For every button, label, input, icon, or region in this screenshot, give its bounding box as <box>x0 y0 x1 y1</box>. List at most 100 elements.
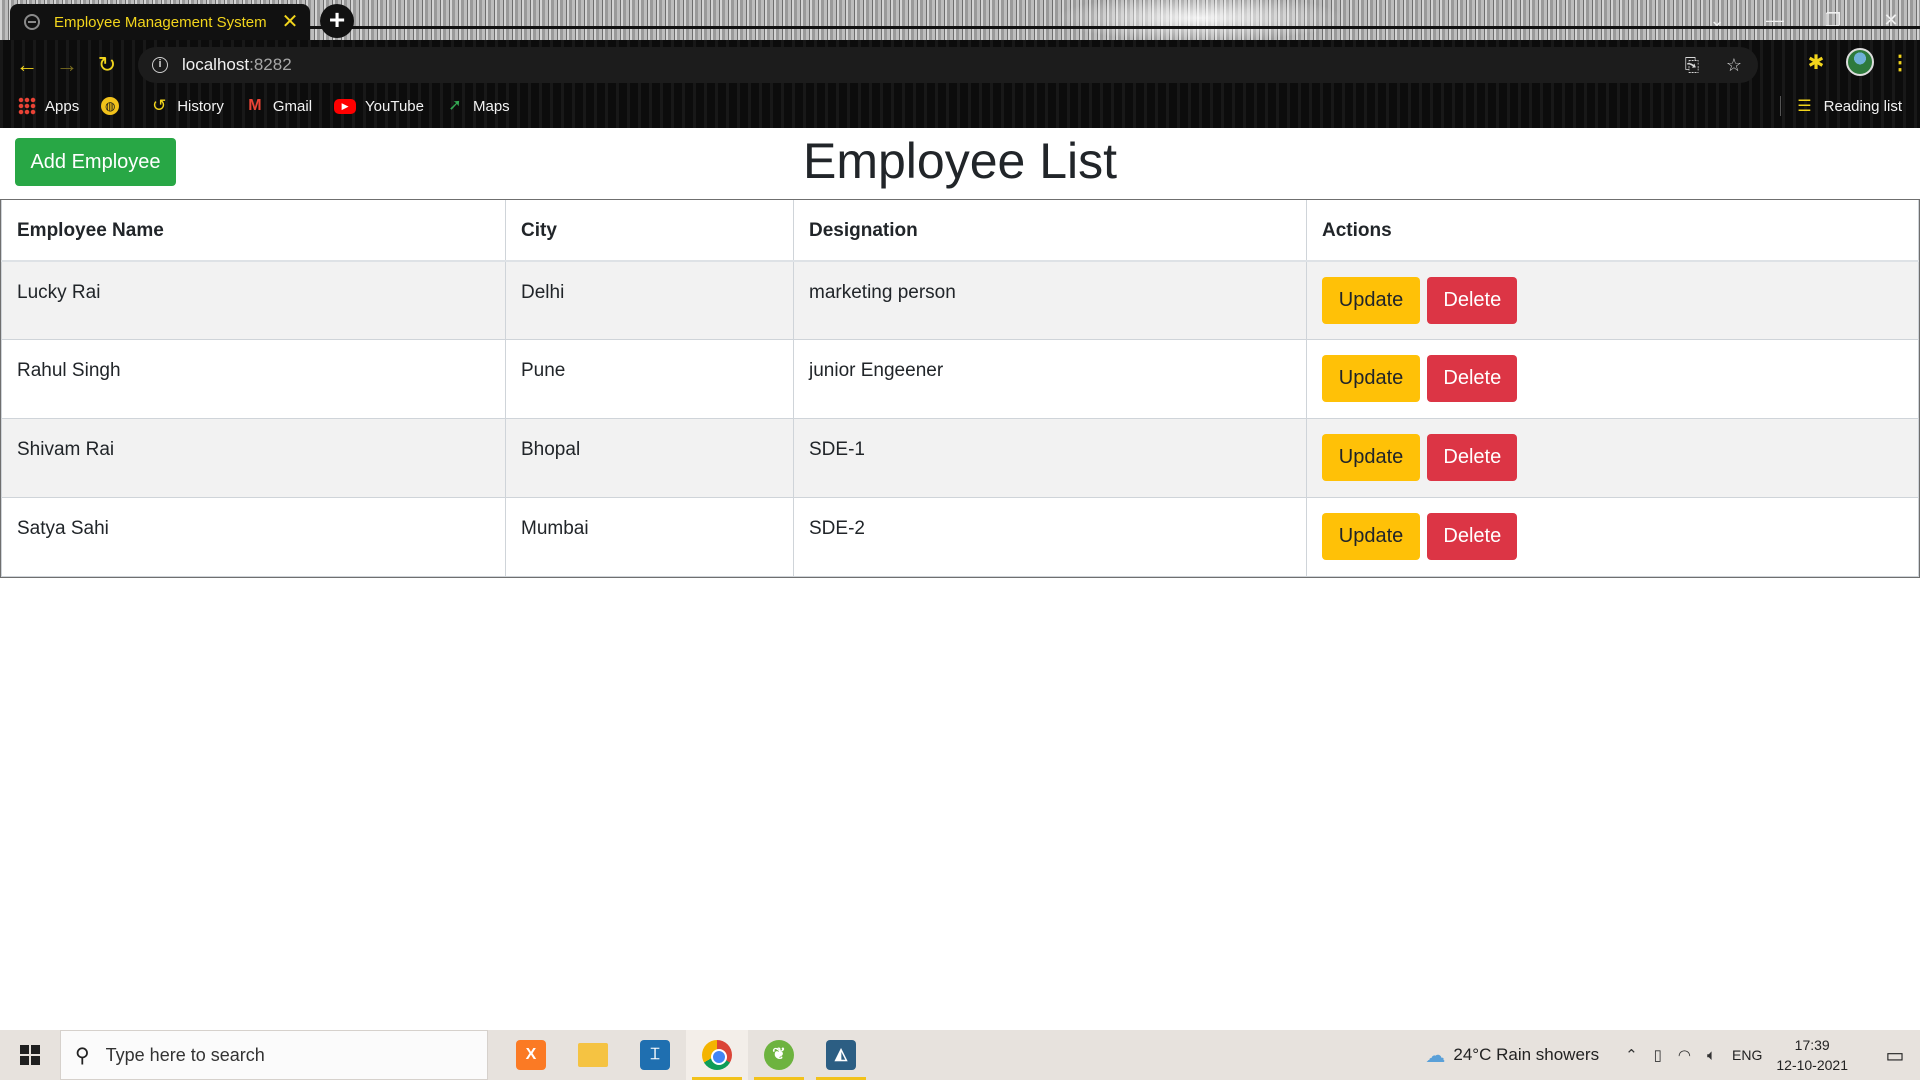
update-button[interactable]: Update <box>1322 434 1420 481</box>
star-icon[interactable]: ☆ <box>1722 53 1746 77</box>
update-button[interactable]: Update <box>1322 276 1420 324</box>
bookmark-label: YouTube <box>365 97 424 115</box>
bookmark-youtube[interactable]: ▶ YouTube <box>334 98 424 115</box>
delete-button[interactable]: Delete <box>1427 513 1518 560</box>
table-row: Shivam Rai Bhopal SDE-1 Update Delete <box>1 418 1919 498</box>
bookmarks-bar: Apps ◍ ↺ History M Gmail ▶ YouTube ➚ Map… <box>0 90 1920 122</box>
employee-designation: marketing person <box>793 260 1307 340</box>
reading-list-button[interactable]: ☰ Reading list <box>1780 96 1902 116</box>
bookmark-maps[interactable]: ➚ Maps <box>446 97 510 115</box>
browser-chrome: Employee Management System ✕ + ⌄ — ❐ ✕ ←… <box>0 0 1920 128</box>
column-header-name: Employee Name <box>1 199 506 262</box>
wifi-icon[interactable]: ◠ <box>1678 1046 1691 1064</box>
language-indicator[interactable]: ENG <box>1732 1047 1762 1063</box>
bookmark-globe[interactable]: ◍ <box>101 97 128 115</box>
clock-time: 17:39 <box>1794 1037 1830 1053</box>
chevron-down-icon[interactable]: ⌄ <box>1688 0 1746 40</box>
column-header-city: City <box>505 199 794 262</box>
maps-icon: ➚ <box>448 97 462 114</box>
url-host: localhost <box>182 55 250 74</box>
minimize-icon[interactable]: — <box>1746 0 1804 40</box>
chevron-up-icon[interactable]: ⌃ <box>1625 1046 1638 1064</box>
employee-designation: junior Engeener <box>793 339 1307 419</box>
code-editor-icon: ⌶ <box>640 1040 670 1070</box>
forward-arrow-icon[interactable]: → <box>52 50 82 80</box>
bookmark-label: Gmail <box>272 97 313 115</box>
add-employee-button[interactable]: Add Employee <box>15 138 176 186</box>
spring-tool-app[interactable]: ❦ <box>748 1030 810 1080</box>
reading-list-icon: ☰ <box>1797 98 1812 115</box>
search-placeholder: Type here to search <box>105 1044 265 1065</box>
update-button[interactable]: Update <box>1322 513 1420 560</box>
new-tab-button[interactable]: + <box>320 4 354 38</box>
weather-cloud-rain-icon[interactable]: ☁ <box>1425 1043 1445 1068</box>
employee-name: Shivam Rai <box>1 418 506 498</box>
clock-date: 12-10-2021 <box>1776 1057 1848 1073</box>
employee-city: Delhi <box>505 260 794 340</box>
row-actions: Update Delete <box>1306 418 1919 498</box>
taskbar-clock[interactable]: 17:39 12-10-2021 <box>1776 1035 1848 1075</box>
code-editor-app[interactable]: ⌶ <box>624 1030 686 1080</box>
update-button[interactable]: Update <box>1322 355 1420 402</box>
xampp-app[interactable]: X <box>500 1030 562 1080</box>
reading-list-label: Reading list <box>1823 97 1902 115</box>
taskbar: ⚲ Type here to search X ⌶ ❦ ◭ ☁ 24°C Rai… <box>0 1030 1920 1080</box>
page-title: Employee List <box>802 133 1118 189</box>
search-icon: ⚲ <box>75 1044 90 1067</box>
row-actions: Update Delete <box>1306 339 1919 419</box>
bookmark-label: Maps <box>473 97 510 115</box>
profile-avatar[interactable] <box>1846 48 1874 76</box>
close-icon[interactable]: ✕ <box>280 12 300 32</box>
bookmark-history[interactable]: ↺ History <box>150 97 224 115</box>
chrome-app[interactable] <box>686 1030 748 1080</box>
employee-table: Employee Name City Designation Actions L… <box>1 199 1919 577</box>
employee-designation: SDE-2 <box>793 497 1307 577</box>
battery-icon[interactable]: ▯ <box>1654 1046 1662 1064</box>
bookmark-gmail[interactable]: M Gmail <box>246 97 312 115</box>
employee-name: Lucky Rai <box>1 260 506 340</box>
start-button[interactable] <box>0 1030 60 1080</box>
weather-text[interactable]: 24°C Rain showers <box>1453 1045 1599 1065</box>
delete-button[interactable]: Delete <box>1427 355 1518 402</box>
gmail-icon: M <box>248 97 262 114</box>
row-actions: Update Delete <box>1306 497 1919 577</box>
notification-icon[interactable]: ▭ <box>1870 1043 1920 1068</box>
extensions-puzzle-icon[interactable]: ✱ <box>1802 50 1830 75</box>
mysql-dolphin-icon: ◭ <box>826 1040 856 1070</box>
taskbar-search-box[interactable]: ⚲ Type here to search <box>60 1030 488 1080</box>
employee-city: Pune <box>505 339 794 419</box>
table-row: Satya Sahi Mumbai SDE-2 Update Delete <box>1 497 1919 577</box>
browser-tab[interactable]: Employee Management System ✕ <box>10 4 310 40</box>
delete-button[interactable]: Delete <box>1427 434 1518 481</box>
site-info-icon[interactable]: i <box>152 57 168 73</box>
address-bar[interactable]: i localhost:8282 ⎘ ☆ <box>138 47 1758 83</box>
apps-icon <box>18 97 36 115</box>
employee-city: Mumbai <box>505 497 794 577</box>
globe-icon <box>24 14 40 30</box>
back-arrow-icon[interactable]: ← <box>12 50 42 80</box>
table-row: Rahul Singh Pune junior Engeener Update … <box>1 339 1919 419</box>
page-content: Employee List Add Employee Employee Name… <box>0 128 1920 1030</box>
delete-button[interactable]: Delete <box>1427 276 1518 324</box>
close-window-icon[interactable]: ✕ <box>1862 0 1920 40</box>
restore-icon[interactable]: ❐ <box>1804 0 1862 40</box>
bookmark-label: History <box>177 97 224 115</box>
windows-logo-icon <box>20 1045 40 1065</box>
employee-name: Rahul Singh <box>1 339 506 419</box>
system-tray: ☁ 24°C Rain showers ⌃ ▯ ◠ 🔈︎ ENG 17:39 1… <box>1425 1030 1920 1080</box>
bookmark-label: Apps <box>45 97 80 115</box>
employee-designation: SDE-1 <box>793 418 1307 498</box>
volume-icon[interactable]: 🔈︎ <box>1707 1047 1716 1064</box>
xampp-icon: X <box>516 1040 546 1070</box>
employee-name: Satya Sahi <box>1 497 506 577</box>
history-icon: ↺ <box>152 96 167 115</box>
translate-icon[interactable]: ⎘ <box>1680 53 1704 77</box>
file-explorer-app[interactable] <box>562 1030 624 1080</box>
employee-city: Bhopal <box>505 418 794 498</box>
mysql-app[interactable]: ◭ <box>810 1030 872 1080</box>
bookmark-apps[interactable]: Apps <box>18 97 79 115</box>
browser-toolbar: ← → ↻ i localhost:8282 ⎘ ☆ ✱ ⋮ <box>0 44 1920 86</box>
reload-icon[interactable]: ↻ <box>92 50 122 80</box>
menu-dots-icon[interactable]: ⋮ <box>1890 50 1910 75</box>
chrome-icon <box>702 1040 732 1070</box>
